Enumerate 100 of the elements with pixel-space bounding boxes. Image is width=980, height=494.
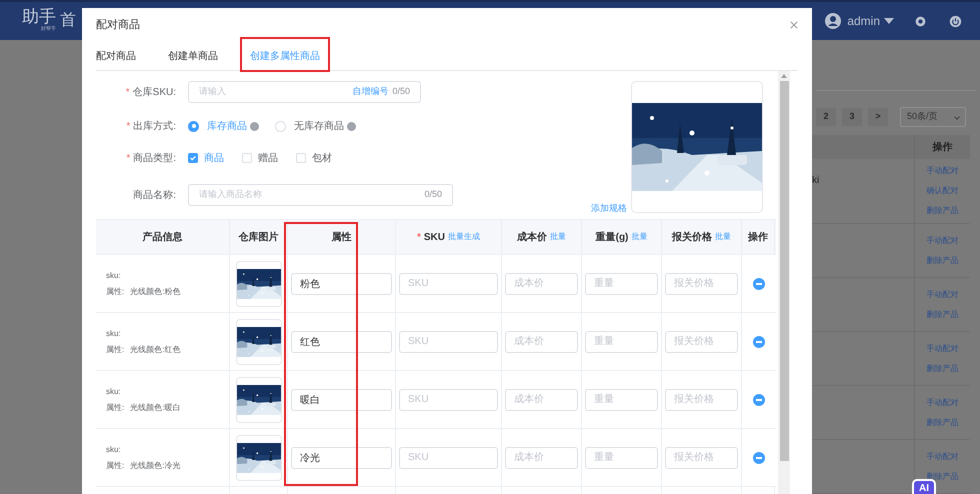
remove-button[interactable] <box>752 336 764 348</box>
auto-number-link[interactable]: 自增编号 <box>352 85 388 99</box>
page-size-select[interactable]: 50条/页 <box>900 107 966 128</box>
action-link[interactable]: 手动配对 <box>926 234 958 246</box>
sku-input[interactable]: SKU <box>399 330 498 352</box>
radio-label: 无库存商品 <box>294 120 344 134</box>
remove-button[interactable] <box>752 394 764 406</box>
action-link[interactable]: 删除产品 <box>926 416 958 428</box>
action-link[interactable]: 删除产品 <box>926 362 958 374</box>
placeholder-text: 请输入商品名称 <box>199 188 263 202</box>
batch-link[interactable]: 批量 <box>631 231 648 243</box>
column-header: 仓库图片 <box>238 230 278 244</box>
user-avatar-icon[interactable] <box>825 13 842 29</box>
warehouse-sku-field[interactable]: 请输入 自增编号 0/50 <box>188 81 421 103</box>
sku-input[interactable]: SKU <box>399 272 498 294</box>
required-mark: * <box>126 152 130 166</box>
checkbox[interactable] <box>296 153 306 163</box>
radio-button[interactable] <box>275 120 286 132</box>
tab[interactable]: 创建单商品 <box>158 42 228 70</box>
nav-item[interactable]: 首 <box>60 9 76 33</box>
price-input[interactable]: 报关价格 <box>665 388 738 410</box>
column-header: SKU <box>424 230 446 244</box>
cost-input[interactable]: 成本价 <box>505 330 578 352</box>
action-link[interactable]: 删除产品 <box>926 254 958 266</box>
attribute-value: 光线颜色:粉色 <box>130 286 180 298</box>
weight-input[interactable]: 重量 <box>585 272 658 294</box>
remove-button[interactable] <box>752 278 764 290</box>
logo-text: 助手 <box>22 8 56 26</box>
scrollbar[interactable] <box>778 71 790 494</box>
cost-input[interactable]: 成本价 <box>505 272 578 294</box>
scroll-up-icon[interactable] <box>781 74 787 78</box>
column-header: 产品信息 <box>142 230 182 244</box>
close-icon[interactable] <box>790 21 798 29</box>
attribute-input[interactable]: 冷光 <box>291 446 392 468</box>
cost-input[interactable]: 成本价 <box>505 446 578 468</box>
field-label: 商品名称: <box>133 188 176 202</box>
cost-input[interactable]: 成本价 <box>505 388 578 410</box>
power-icon[interactable] <box>949 14 962 28</box>
attribute-value: 光线颜色:暖白 <box>130 402 180 414</box>
batch-link[interactable]: 批量 <box>550 231 566 243</box>
char-counter: 0/50 <box>392 85 410 98</box>
checkbox-label: 商品 <box>204 152 224 166</box>
help-icon <box>347 122 356 130</box>
caret-icon[interactable] <box>884 18 894 24</box>
attribute-label: 属性: <box>106 344 124 356</box>
add-spec-link[interactable]: 添加规格 <box>591 202 627 215</box>
price-input[interactable]: 报关价格 <box>665 272 738 294</box>
action-link[interactable]: 确认配对 <box>926 185 958 197</box>
attribute-label: 属性: <box>106 286 124 298</box>
column-header: 成本价 <box>517 230 547 244</box>
sku-input[interactable]: SKU <box>399 446 498 468</box>
product-name-field[interactable]: 请输入商品名称 0/50 <box>188 184 453 206</box>
field-label: 商品类型: <box>133 152 176 166</box>
settings-icon[interactable] <box>914 14 927 28</box>
column-header: 重量(g) <box>596 230 628 244</box>
field-label: 仓库SKU: <box>132 86 176 100</box>
user-name[interactable]: admin <box>847 12 880 30</box>
action-link[interactable]: 手动配对 <box>926 288 958 300</box>
weight-input[interactable]: 重量 <box>585 330 658 352</box>
batch-link[interactable]: 批量 <box>715 231 731 243</box>
price-input[interactable]: 报关价格 <box>665 330 738 352</box>
checkbox[interactable] <box>188 153 198 163</box>
tab[interactable]: 创建多属性商品 <box>240 42 330 70</box>
sku-input[interactable]: SKU <box>399 388 498 410</box>
ai-badge[interactable]: AI <box>912 479 936 494</box>
page-button[interactable]: 3 <box>842 108 862 126</box>
checkbox-label: 赠品 <box>258 152 278 166</box>
tab[interactable]: 配对商品 <box>96 42 146 70</box>
weight-input[interactable]: 重量 <box>585 446 658 468</box>
page-button[interactable]: > <box>868 108 888 126</box>
price-input[interactable]: 报关价格 <box>665 446 738 468</box>
required-mark: * <box>126 120 130 134</box>
column-header: 操作 <box>914 135 970 159</box>
placeholder-text: 请输入 <box>199 85 227 98</box>
checkbox[interactable] <box>242 153 252 163</box>
attribute-input[interactable]: 暖白 <box>291 388 392 410</box>
remove-button[interactable] <box>752 452 764 464</box>
page-button[interactable]: 2 <box>816 108 836 126</box>
attribute-label: 属性: <box>106 460 124 472</box>
table-cell: ki <box>812 175 820 186</box>
sku-text: sku: <box>106 386 122 398</box>
help-icon <box>250 122 259 130</box>
batch-link[interactable]: 批量生成 <box>448 231 480 243</box>
attribute-input[interactable]: 红色 <box>291 330 392 352</box>
required-mark: * <box>126 86 130 100</box>
action-link[interactable]: 手动配对 <box>926 450 958 462</box>
attribute-value: 光线颜色:冷光 <box>130 460 180 472</box>
attribute-label: 属性: <box>106 402 124 414</box>
radio-button[interactable] <box>188 120 199 132</box>
dialog-title: 配对商品 <box>96 18 140 33</box>
required-mark: * <box>416 230 421 244</box>
action-link[interactable]: 手动配对 <box>926 165 958 177</box>
action-link[interactable]: 删除产品 <box>926 308 958 320</box>
action-link[interactable]: 删除产品 <box>926 205 958 217</box>
weight-input[interactable]: 重量 <box>585 388 658 410</box>
action-link[interactable]: 手动配对 <box>926 342 958 354</box>
sku-text: sku: <box>106 444 122 456</box>
column-header: 操作 <box>748 230 768 244</box>
action-link[interactable]: 手动配对 <box>926 396 958 408</box>
attribute-input[interactable]: 粉色 <box>291 272 392 294</box>
